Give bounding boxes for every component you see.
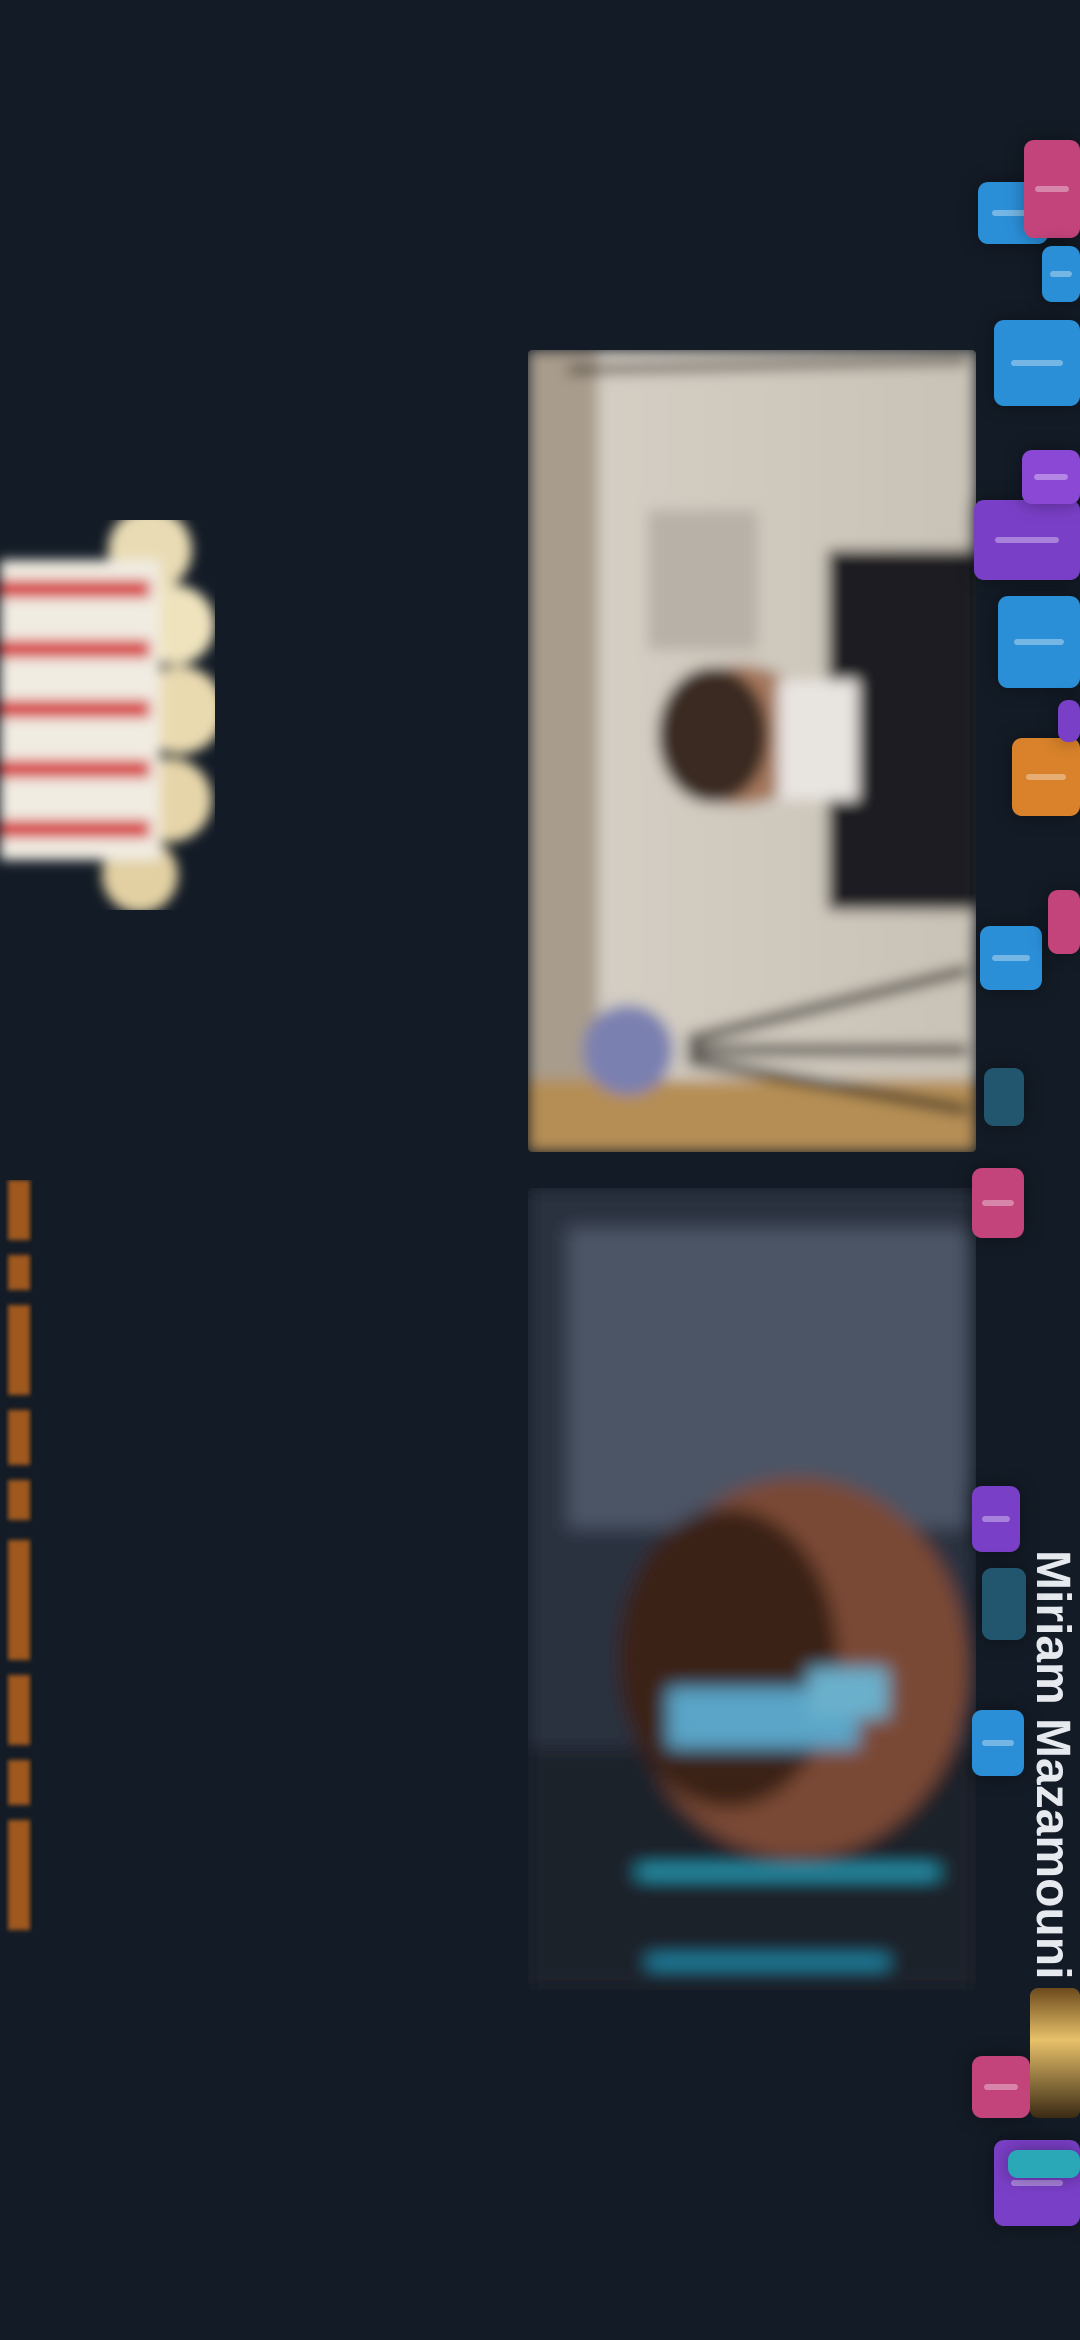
reaction-chip[interactable]	[994, 320, 1080, 406]
reaction-chip[interactable]	[1008, 2150, 1080, 2178]
reaction-chip[interactable]	[972, 1710, 1024, 1776]
reaction-chip[interactable]	[972, 1168, 1024, 1238]
reaction-chip[interactable]	[1042, 246, 1080, 302]
headline-glyphs	[8, 1180, 30, 1930]
reaction-chip[interactable]	[1058, 700, 1080, 742]
video-tile-2[interactable]	[528, 1188, 976, 1990]
reaction-chip[interactable]	[1048, 890, 1080, 954]
reaction-chip[interactable]	[1012, 738, 1080, 816]
reaction-chip[interactable]	[974, 500, 1080, 580]
reaction-chip[interactable]	[982, 1568, 1026, 1640]
reaction-chip[interactable]	[1024, 140, 1080, 238]
reaction-chip[interactable]	[972, 1486, 1020, 1552]
reaction-chip[interactable]	[980, 926, 1042, 990]
popcorn-icon	[0, 520, 215, 910]
video-tile-1[interactable]	[528, 350, 976, 1152]
reaction-chip[interactable]	[972, 2056, 1030, 2118]
reaction-chip[interactable]	[1022, 450, 1080, 504]
reaction-rail	[972, 120, 1080, 2250]
avatar[interactable]	[1030, 1988, 1080, 2118]
reaction-chip[interactable]	[998, 596, 1080, 688]
reaction-chip[interactable]	[984, 1068, 1024, 1126]
video-call-screen: Miriam Mazamouni	[0, 0, 1080, 2340]
